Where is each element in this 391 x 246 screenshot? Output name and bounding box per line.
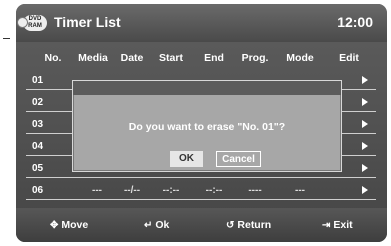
ok-button[interactable]: OK bbox=[170, 151, 203, 167]
pointer-line bbox=[3, 38, 10, 39]
footer-move-label: Move bbox=[61, 219, 89, 231]
footer-move: ✥ Move bbox=[50, 219, 88, 231]
media-cell: --- bbox=[92, 185, 102, 196]
dpad-icon: ✥ bbox=[50, 220, 59, 231]
prog-cell: ---- bbox=[248, 185, 262, 196]
mode-cell: --- bbox=[295, 185, 305, 196]
footer-ok-label: Ok bbox=[155, 219, 170, 231]
row-number: 04 bbox=[32, 141, 44, 152]
title-bar: DVD RAM Timer List 12:00 bbox=[16, 4, 387, 42]
col-prog: Prog. bbox=[241, 52, 269, 64]
timer-list-window: DVD RAM Timer List 12:00 No. Media Date … bbox=[16, 4, 387, 242]
row-number: 01 bbox=[32, 75, 44, 86]
edit-arrow-icon[interactable] bbox=[362, 186, 368, 194]
dialog-message: Do you want to erase "No. 01"? bbox=[128, 121, 286, 133]
edit-arrow-icon[interactable] bbox=[362, 76, 368, 84]
col-media: Media bbox=[78, 52, 108, 64]
edit-arrow-icon[interactable] bbox=[362, 142, 368, 150]
dialog-header-bar bbox=[73, 81, 341, 95]
edit-arrow-icon[interactable] bbox=[362, 164, 368, 172]
footer-return-label: Return bbox=[237, 219, 272, 231]
footer-ok: ↵ Ok bbox=[144, 219, 169, 231]
col-no: No. bbox=[44, 52, 62, 64]
exit-icon: ⇥ bbox=[322, 220, 331, 231]
disc-icon bbox=[17, 17, 28, 28]
footer-return: ↺ Return bbox=[226, 219, 271, 231]
start-cell: --:-- bbox=[162, 185, 180, 196]
row-number: 06 bbox=[32, 185, 44, 196]
footer-exit: ⇥ Exit bbox=[322, 219, 353, 231]
col-end: End bbox=[204, 52, 224, 64]
return-icon: ↺ bbox=[226, 220, 235, 231]
row-number: 02 bbox=[32, 97, 44, 108]
footer-exit-label: Exit bbox=[333, 219, 353, 231]
edit-arrow-icon[interactable] bbox=[362, 120, 368, 128]
row-number: 03 bbox=[32, 119, 44, 130]
clock: 12:00 bbox=[337, 14, 373, 30]
column-headers: No. Media Date Start End Prog. Mode Edit bbox=[16, 52, 387, 68]
edit-arrow-icon[interactable] bbox=[362, 98, 368, 106]
col-edit: Edit bbox=[339, 52, 359, 64]
enter-icon: ↵ bbox=[144, 220, 153, 231]
end-cell: --:-- bbox=[205, 185, 223, 196]
row-number: 05 bbox=[32, 163, 44, 174]
col-start: Start bbox=[159, 52, 183, 64]
page-title: Timer List bbox=[54, 14, 121, 30]
col-mode: Mode bbox=[286, 52, 314, 64]
col-date: Date bbox=[120, 52, 144, 64]
erase-confirm-dialog: Do you want to erase "No. 01"? OK Cancel bbox=[72, 80, 342, 172]
cancel-button[interactable]: Cancel bbox=[216, 151, 261, 167]
dvd-ram-icon: DVD RAM bbox=[17, 15, 47, 31]
footer-bar: ✥ Move ↵ Ok ↺ Return ⇥ Exit bbox=[16, 208, 387, 242]
timer-row[interactable]: 06 --- --/-- --:-- --:-- ---- --- bbox=[26, 183, 376, 200]
date-cell: --/-- bbox=[123, 185, 141, 196]
